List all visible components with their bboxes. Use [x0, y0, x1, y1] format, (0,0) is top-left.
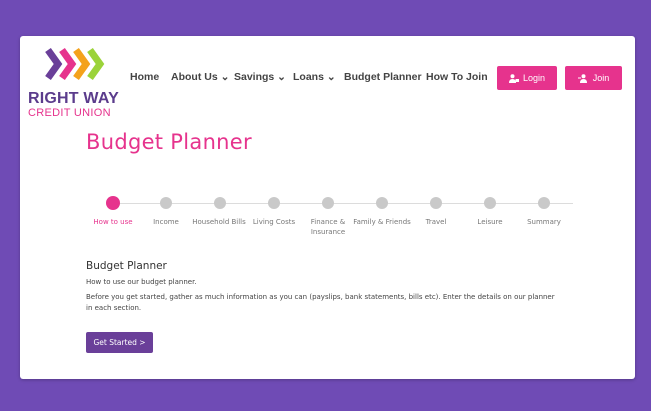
step-dot-leisure[interactable] — [484, 197, 496, 209]
join-button[interactable]: Join — [565, 66, 622, 90]
nav-about-us[interactable]: About Us ⌄ — [171, 71, 229, 83]
brand-subtitle: CREDIT UNION — [28, 107, 111, 119]
nav-budget-planner[interactable]: Budget Planner — [344, 71, 422, 83]
step-dot-how-to-use[interactable] — [106, 196, 120, 210]
join-label: Join — [592, 73, 610, 83]
get-started-button[interactable]: Get Started > — [86, 332, 153, 353]
user-plus-icon — [577, 73, 587, 83]
brand-name: RIGHT WAY — [28, 90, 119, 107]
login-label: Login — [522, 73, 546, 83]
user-lock-icon — [508, 73, 519, 83]
main-card: RIGHT WAY CREDIT UNION Home About Us ⌄ S… — [20, 36, 635, 379]
step-dot-family-friends[interactable] — [376, 197, 388, 209]
step-dot-household-bills[interactable] — [214, 197, 226, 209]
section-heading: Budget Planner — [86, 260, 167, 272]
page-title: Budget Planner — [86, 130, 252, 154]
nav-home[interactable]: Home — [130, 71, 159, 83]
step-dot-travel[interactable] — [430, 197, 442, 209]
nav-loans[interactable]: Loans ⌄ — [293, 71, 336, 83]
intro-text: How to use our budget planner. — [86, 278, 197, 286]
nav-how-to-join[interactable]: How To Join — [426, 71, 488, 83]
brand-logo[interactable]: RIGHT WAY CREDIT UNION — [28, 44, 124, 119]
step-dot-income[interactable] — [160, 197, 172, 209]
step-dot-summary[interactable] — [538, 197, 550, 209]
instructions-text: Before you get started, gather as much i… — [86, 293, 555, 312]
login-button[interactable]: Login — [497, 66, 557, 90]
stepper-track — [113, 203, 573, 204]
step-dot-finance-insurance[interactable] — [322, 197, 334, 209]
nav-savings[interactable]: Savings ⌄ — [234, 71, 286, 83]
chevrons-logo-icon — [45, 47, 105, 81]
step-label-summary[interactable]: Summary — [509, 217, 579, 227]
step-dot-living-costs[interactable] — [268, 197, 280, 209]
